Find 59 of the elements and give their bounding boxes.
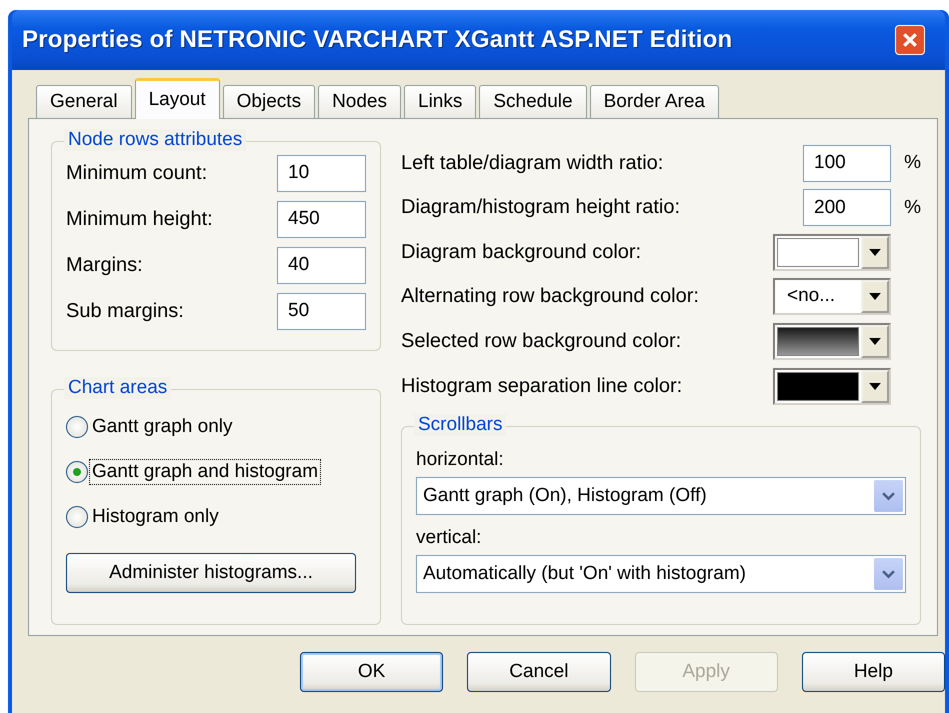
field-label: Selected row background color:: [401, 330, 682, 354]
input-field[interactable]: 50: [277, 292, 366, 330]
input-field[interactable]: 10: [277, 154, 366, 192]
field-label: horizontal:: [416, 448, 505, 472]
input-field[interactable]: 40: [277, 246, 366, 284]
caret-icon: [869, 248, 881, 256]
radio-label[interactable]: Gantt graph and histogram: [90, 460, 320, 484]
close-icon: [902, 32, 918, 48]
chevron-icon: [882, 492, 895, 501]
field-label: Diagram/histogram height ratio:: [401, 196, 680, 220]
field-label: Sub margins:: [66, 300, 184, 322]
dropdown[interactable]: Gantt graph (On), Histogram (Off): [416, 477, 906, 516]
field-label: Left table/diagram width ratio:: [401, 152, 664, 175]
field-label: Diagram background color:: [401, 240, 642, 264]
radio-button[interactable]: [66, 416, 88, 438]
field-label: Histogram separation line color:: [401, 374, 682, 398]
dropdown[interactable]: Automatically (but 'On' with histogram): [416, 555, 906, 594]
dialog-button[interactable]: OK: [300, 652, 444, 692]
dialog-button[interactable]: Cancel: [467, 652, 610, 692]
color-dropdown[interactable]: [773, 323, 891, 360]
tab[interactable]: Schedule: [479, 85, 587, 118]
field-label: Margins:: [66, 254, 143, 276]
group-title: Scrollbars: [414, 414, 506, 436]
field-label: Alternating row background color:: [401, 285, 699, 308]
dropdown-button[interactable]: [861, 236, 889, 269]
dropdown-button[interactable]: [861, 325, 889, 358]
tab[interactable]: Border Area: [590, 85, 719, 118]
chevron-icon: [882, 570, 895, 579]
window-title: Properties of NETRONIC VARCHART XGantt ASP.NET Edition: [22, 26, 732, 54]
field-label: Minimum height:: [66, 208, 213, 230]
dialog-button[interactable]: Help: [802, 652, 945, 692]
caret-icon: [869, 293, 881, 300]
close-button[interactable]: [895, 25, 925, 55]
tab[interactable]: Nodes: [318, 85, 401, 118]
radio-button[interactable]: [66, 506, 88, 528]
dropdown-button[interactable]: [861, 280, 889, 314]
group-title: Chart areas: [64, 377, 172, 399]
tab[interactable]: Objects: [222, 85, 316, 118]
input-field[interactable]: 100: [803, 144, 891, 182]
input-field[interactable]: 200: [803, 189, 891, 226]
unit-label: %: [903, 196, 921, 219]
group-title: Node rows attributes: [64, 129, 246, 151]
dropdown-button[interactable]: [861, 370, 889, 403]
tab[interactable]: General: [36, 85, 132, 118]
tab[interactable]: Layout: [134, 78, 220, 119]
unit-label: %: [903, 152, 921, 174]
tab[interactable]: Links: [404, 85, 476, 118]
field-label: Minimum count:: [66, 162, 208, 184]
color-dropdown[interactable]: [773, 234, 891, 271]
caret-icon: [869, 382, 881, 390]
radio-button[interactable]: [66, 460, 88, 482]
radio-label[interactable]: Gantt graph only: [90, 414, 234, 438]
administer-histograms-button[interactable]: Administer histograms...: [66, 553, 356, 593]
field-label: vertical:: [416, 526, 482, 550]
color-dropdown[interactable]: [773, 368, 891, 405]
color-dropdown[interactable]: <no...: [773, 278, 891, 316]
caret-icon: [869, 338, 881, 346]
radio-label[interactable]: Histogram only: [90, 504, 221, 528]
input-field[interactable]: 450: [277, 200, 366, 238]
